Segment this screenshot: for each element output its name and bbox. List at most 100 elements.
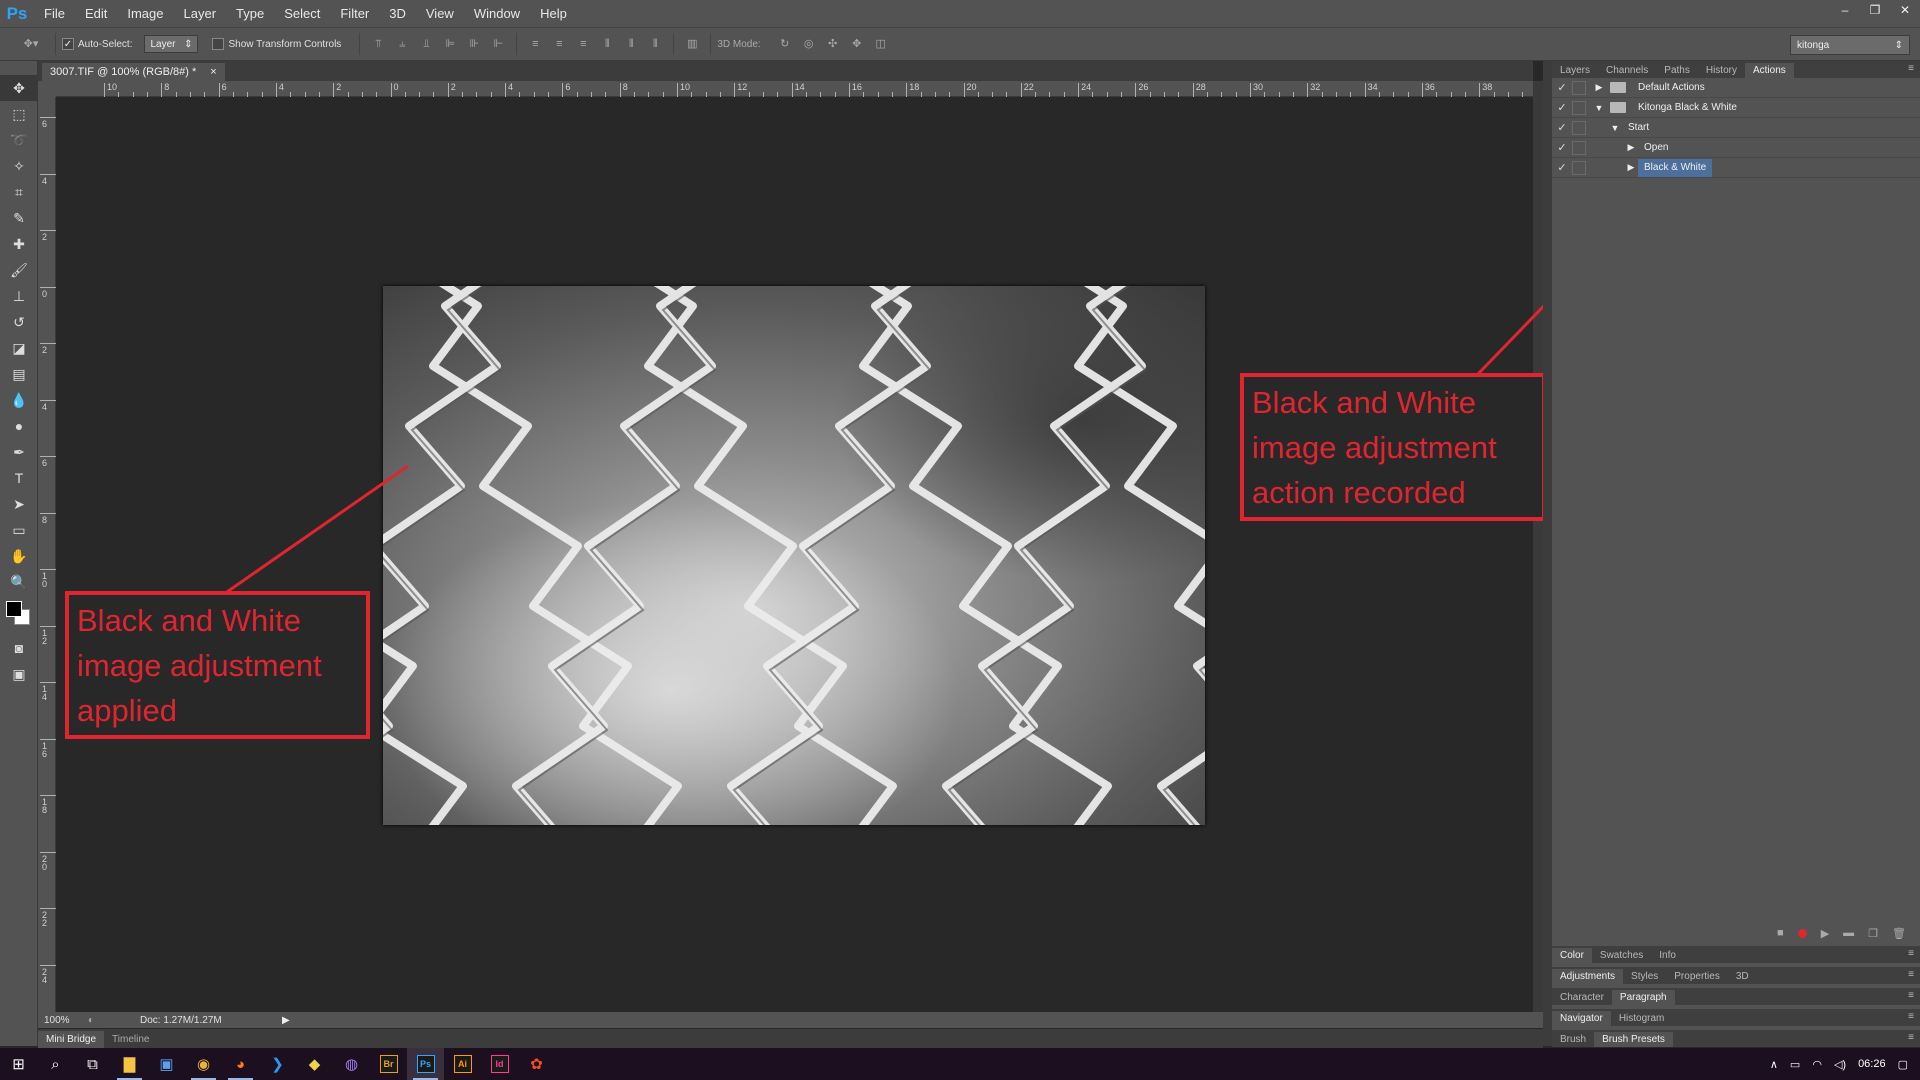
store-icon[interactable]: ▣	[148, 1048, 185, 1080]
toggle-item-check-icon[interactable]: ✓	[1552, 121, 1572, 134]
panel-tab[interactable]: Color	[1552, 948, 1592, 963]
align-right-icon[interactable]: ⊩	[491, 37, 505, 51]
eraser-tool-icon[interactable]: ◪	[0, 335, 38, 361]
distribute-vcenter-icon[interactable]: ≡	[552, 37, 566, 51]
menu-edit[interactable]: Edit	[75, 0, 117, 27]
panel-tab[interactable]: Navigator	[1552, 1011, 1611, 1026]
vertical-ruler[interactable]: 6 4 2 0 2 4 6 8 1 0 1 2 1 4 1 6 1 8 2 0 2 2 2 4	[38, 97, 56, 1012]
new-set-icon[interactable]: ▬	[1843, 927, 1854, 939]
distribute-right-icon[interactable]: ⦀	[648, 37, 662, 51]
action-row[interactable]: ✓ ▶ Black & White	[1552, 158, 1920, 178]
start-windows-icon[interactable]: ⊞	[0, 1048, 37, 1080]
document-tab[interactable]: 3007.TIF @ 100% (RGB/8#) * ×	[42, 63, 225, 81]
panel-tab[interactable]: Properties	[1666, 969, 1728, 984]
panel-menu-icon[interactable]: ≡	[1908, 1011, 1914, 1022]
toggle-dialog-box[interactable]	[1572, 120, 1586, 135]
search-icon[interactable]: ⌕	[37, 1048, 74, 1080]
tab-channels[interactable]: Channels	[1598, 63, 1656, 78]
show-transform-checkbox[interactable]	[212, 38, 225, 50]
history-brush-tool-icon[interactable]: ↺	[0, 309, 38, 335]
clock[interactable]: 06:26	[1858, 1058, 1886, 1070]
tab-timeline[interactable]: Timeline	[104, 1031, 157, 1048]
clone-stamp-tool-icon[interactable]: ⊥	[0, 283, 38, 309]
marquee-tool-icon[interactable]: ⬚	[0, 101, 38, 127]
status-menu-arrow-icon[interactable]: ▶	[282, 1015, 290, 1026]
status-share-icon[interactable]: ◐	[88, 1015, 102, 1026]
disclosure-closed-icon[interactable]: ▶	[1624, 162, 1638, 173]
toggle-item-check-icon[interactable]: ✓	[1552, 101, 1572, 114]
menu-view[interactable]: View	[416, 0, 464, 27]
menu-file[interactable]: File	[34, 0, 75, 27]
menu-image[interactable]: Image	[117, 0, 173, 27]
notification-icon[interactable]: ▢	[1898, 1058, 1908, 1071]
close-window-button[interactable]: ✕	[1890, 0, 1920, 20]
panel-menu-icon[interactable]: ≡	[1908, 1032, 1914, 1043]
align-top-icon[interactable]: ⫪	[371, 37, 385, 51]
align-vcenter-icon[interactable]: ⫨	[395, 37, 409, 51]
file-explorer-icon[interactable]: ▇	[111, 1048, 148, 1080]
toggle-dialog-box[interactable]	[1572, 100, 1586, 115]
ruler-corner[interactable]	[38, 81, 56, 97]
chrome-icon[interactable]: ◉	[185, 1048, 222, 1080]
wifi-icon[interactable]: ◠	[1812, 1058, 1822, 1071]
panel-tab[interactable]: Swatches	[1592, 948, 1651, 963]
panel-menu-icon[interactable]: ≡	[1908, 948, 1914, 959]
blur-tool-icon[interactable]: 💧	[0, 387, 38, 413]
3d-scale-icon[interactable]: ◫	[874, 37, 888, 51]
3d-roll-icon[interactable]: ◎	[802, 37, 816, 51]
menu-layer[interactable]: Layer	[174, 0, 227, 27]
3d-drag-icon[interactable]: ✣	[826, 37, 840, 51]
workspace-dropdown[interactable]: kitonga ⇕	[1790, 35, 1910, 55]
foreground-color-swatch[interactable]	[6, 601, 22, 617]
battery-icon[interactable]: ▭	[1790, 1058, 1800, 1071]
disclosure-closed-icon[interactable]: ▶	[1592, 82, 1606, 93]
toggle-dialog-box[interactable]	[1572, 140, 1586, 155]
app-purple-icon[interactable]: ◍	[333, 1048, 370, 1080]
vscode-icon[interactable]: ❯	[259, 1048, 296, 1080]
distribute-top-icon[interactable]: ≡	[528, 37, 542, 51]
restore-button[interactable]: ❐	[1860, 0, 1890, 20]
chevron-up-icon[interactable]: ∧	[1770, 1058, 1778, 1071]
align-hcenter-icon[interactable]: ⊪	[467, 37, 481, 51]
crop-tool-icon[interactable]: ⌗	[0, 179, 38, 205]
panel-menu-icon[interactable]: ≡	[1908, 990, 1914, 1001]
panel-tab[interactable]: Brush Presets	[1594, 1032, 1673, 1047]
lasso-tool-icon[interactable]: ➰	[0, 127, 38, 153]
toggle-dialog-box[interactable]	[1572, 160, 1586, 175]
document-image[interactable]	[383, 286, 1205, 825]
menu-window[interactable]: Window	[464, 0, 530, 27]
tab-paths[interactable]: Paths	[1656, 63, 1698, 78]
auto-select-checkbox[interactable]: ✓	[62, 38, 74, 50]
play-icon[interactable]: ▶	[1821, 927, 1829, 940]
move-tool-icon[interactable]: ✥	[0, 75, 38, 101]
distribute-hcenter-icon[interactable]: ⦀	[624, 37, 638, 51]
zoom-level[interactable]: 100%	[38, 1015, 88, 1026]
eyedropper-tool-icon[interactable]: ✎	[0, 205, 38, 231]
screen-mode-icon[interactable]: ▣	[0, 661, 38, 687]
menu-3d[interactable]: 3D	[379, 0, 416, 27]
shape-tool-icon[interactable]: ▭	[0, 517, 38, 543]
distribute-bottom-icon[interactable]: ≡	[576, 37, 590, 51]
new-action-icon[interactable]: ❐	[1868, 927, 1878, 940]
panel-menu-icon[interactable]: ≡	[1908, 969, 1914, 980]
zoom-tool-icon[interactable]: 🔍	[0, 569, 38, 595]
pen-tool-icon[interactable]: ✒	[0, 439, 38, 465]
dodge-tool-icon[interactable]: ●	[0, 413, 38, 439]
magic-wand-tool-icon[interactable]: ✧	[0, 153, 38, 179]
tab-mini-bridge[interactable]: Mini Bridge	[38, 1031, 105, 1048]
tab-history[interactable]: History	[1698, 63, 1745, 78]
move-tool-preset-icon[interactable]: ✥▾	[18, 37, 44, 51]
toggle-item-check-icon[interactable]: ✓	[1552, 161, 1572, 174]
firefox-icon[interactable]: ◕	[222, 1048, 259, 1080]
healing-brush-tool-icon[interactable]: ✚	[0, 231, 38, 257]
gradient-tool-icon[interactable]: ▤	[0, 361, 38, 387]
close-tab-icon[interactable]: ×	[210, 63, 216, 81]
3d-slide-icon[interactable]: ✥	[850, 37, 864, 51]
align-bottom-icon[interactable]: ⫫	[419, 37, 433, 51]
vertical-scrollbar[interactable]	[1533, 81, 1543, 1012]
disclosure-open-icon[interactable]: ▼	[1592, 103, 1606, 113]
action-row[interactable]: ✓ ▶ Default Actions	[1552, 78, 1920, 98]
tab-actions[interactable]: Actions	[1744, 63, 1794, 78]
tab-layers[interactable]: Layers	[1552, 63, 1598, 78]
horizontal-ruler[interactable]: 10 8 6 4 2 0 2 4 6 8 10 12 14 16 18 20 22 24 26 28 30 32 34 36 3…	[56, 81, 1581, 97]
